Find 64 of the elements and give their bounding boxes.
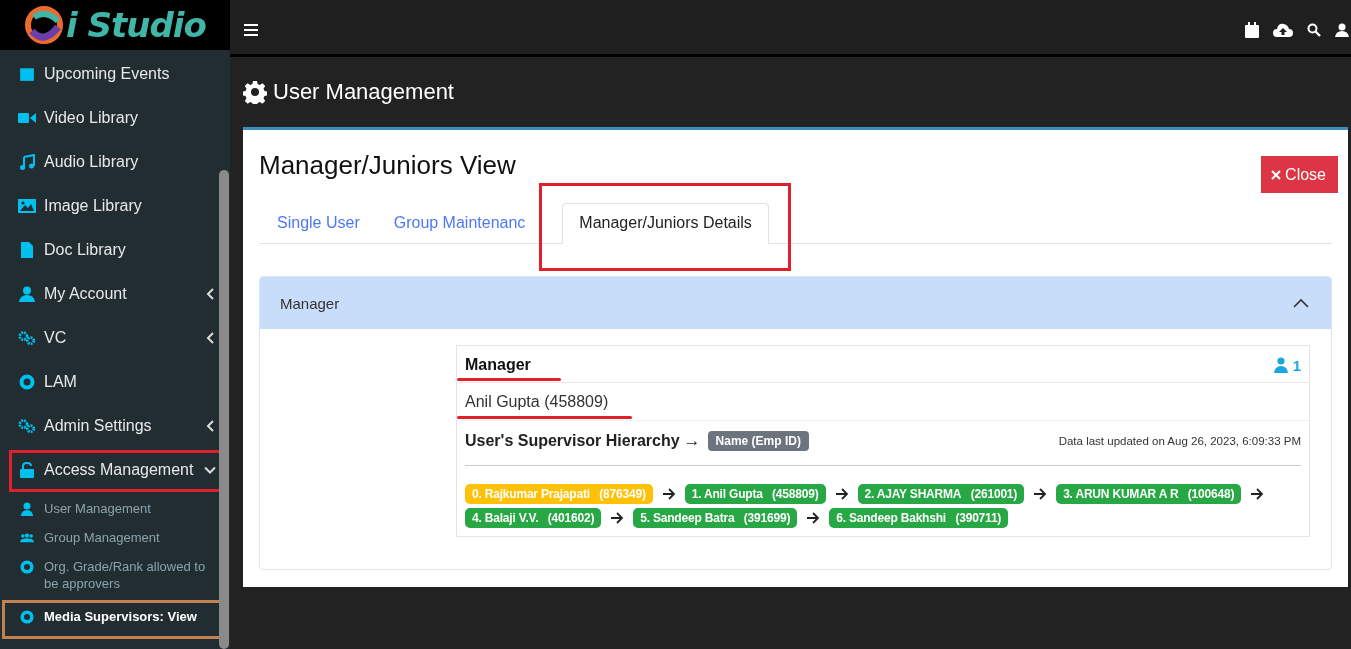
page-title: User Management xyxy=(273,79,454,105)
submenu-item[interactable]: Group Management xyxy=(0,523,218,552)
sidebar-item[interactable]: Admin Settings xyxy=(0,404,218,448)
close-icon xyxy=(1271,170,1282,180)
sidebar-item[interactable]: Video Library xyxy=(0,96,218,140)
arrow-right-icon xyxy=(1250,488,1265,500)
supervisor-badge: 4. Balaji V.V. (401602) xyxy=(465,508,602,528)
users-icon xyxy=(20,531,34,545)
user-icon xyxy=(18,286,36,302)
user-icon[interactable] xyxy=(1335,23,1349,37)
sidebar-item[interactable]: VC xyxy=(0,316,218,360)
legend-badge: Name (Emp ID) xyxy=(707,431,809,451)
box-title: Manager xyxy=(465,356,531,374)
user-icon xyxy=(20,502,34,516)
unlock-icon xyxy=(18,462,36,478)
user-icon xyxy=(1273,357,1288,373)
member-count: 1 xyxy=(1292,356,1301,374)
sidebar-item[interactable]: LAM xyxy=(0,360,218,404)
manager-name: Anil Gupta (458809) xyxy=(465,393,609,410)
tab[interactable]: Single User xyxy=(260,203,377,244)
gears-icon xyxy=(18,418,36,434)
settings-icon xyxy=(243,80,267,104)
arrow-right-icon xyxy=(661,488,676,500)
sidebar-item[interactable]: My Account xyxy=(0,272,218,316)
record-icon xyxy=(20,610,34,624)
search-icon[interactable] xyxy=(1307,23,1321,37)
music-note-icon xyxy=(18,154,36,170)
arrow-right-icon xyxy=(610,512,625,524)
card-title: Manager/Juniors View xyxy=(259,150,516,181)
logo-text: i Studio xyxy=(66,5,206,45)
logo-icon xyxy=(24,5,65,45)
supervisor-badge: 1. Anil Gupta (458809) xyxy=(684,484,826,504)
sidebar-item[interactable]: Upcoming Events xyxy=(0,52,218,96)
menu-icon[interactable] xyxy=(244,24,258,36)
panel-header[interactable]: Manager xyxy=(260,277,1331,329)
close-button[interactable]: Close xyxy=(1261,156,1338,193)
sidebar-item[interactable]: Doc Library xyxy=(0,228,218,272)
sidebar-item[interactable]: Audio Library xyxy=(0,140,218,184)
arrow-glyph: → xyxy=(683,431,701,451)
tab[interactable]: Group Maintenanc xyxy=(376,203,543,244)
supervisor-badge: 6. Sandeep Bakhshi (390711) xyxy=(829,508,1009,528)
supervisor-badge: 2. AJAY SHARMA (261001) xyxy=(857,484,1025,504)
hierarchy-label: User's Supervisor Hierarchy xyxy=(465,432,680,450)
submenu-item[interactable]: Org. Grade/Rank allowed to be approvers xyxy=(0,552,218,598)
document-icon xyxy=(18,242,36,258)
gears-icon xyxy=(18,330,36,346)
arrow-right-icon xyxy=(834,488,849,500)
last-updated-text: Data last updated on Aug 26, 2023, 6:09:33 PM xyxy=(1058,435,1301,447)
record-icon xyxy=(18,374,36,390)
tab[interactable]: Manager/Juniors Details xyxy=(562,203,769,244)
supervisor-badge: 3. ARUN KUMAR A R (100648) xyxy=(1056,484,1242,504)
sidebar-item[interactable]: Image Library xyxy=(0,184,218,228)
sidebar-item[interactable]: Access Management xyxy=(0,448,218,492)
record-icon xyxy=(20,560,34,574)
submenu-item[interactable]: User Management xyxy=(0,494,218,523)
image-icon xyxy=(18,198,36,214)
submenu-item[interactable]: Media Supervisors: View xyxy=(0,598,218,633)
supervisor-badge: 0. Rajkumar Prajapati (876349) xyxy=(465,484,653,504)
video-camera-icon xyxy=(18,110,36,126)
cloud-upload-icon[interactable] xyxy=(1273,23,1293,37)
scrollbar[interactable] xyxy=(219,170,229,649)
arrow-right-icon xyxy=(806,512,821,524)
arrow-right-icon xyxy=(1033,488,1048,500)
supervisor-badge: 5. Sandeep Batra (391699) xyxy=(633,508,798,528)
